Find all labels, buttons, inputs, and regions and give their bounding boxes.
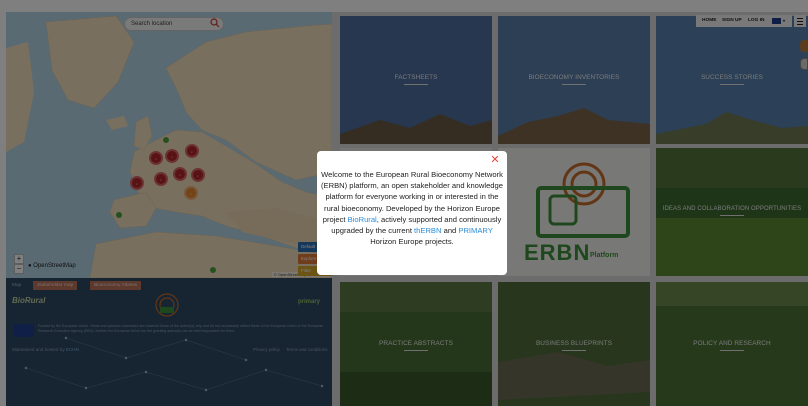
therbn-link[interactable]: thERBN xyxy=(414,226,441,235)
close-icon[interactable]: ✕ xyxy=(489,154,501,166)
welcome-modal: ✕ Welcome to the European Rural Bioecono… xyxy=(317,151,507,275)
page: Search location · · · · · · · · + − ● Op… xyxy=(0,0,808,406)
welcome-text-part: Horizon Europe projects. xyxy=(370,237,454,247)
primary-link[interactable]: PRIMARY xyxy=(458,226,492,235)
welcome-text: Welcome to the European Rural Bioeconomy… xyxy=(321,169,503,247)
biorural-link[interactable]: BioRural xyxy=(348,215,377,224)
welcome-text-part: and xyxy=(441,226,459,236)
